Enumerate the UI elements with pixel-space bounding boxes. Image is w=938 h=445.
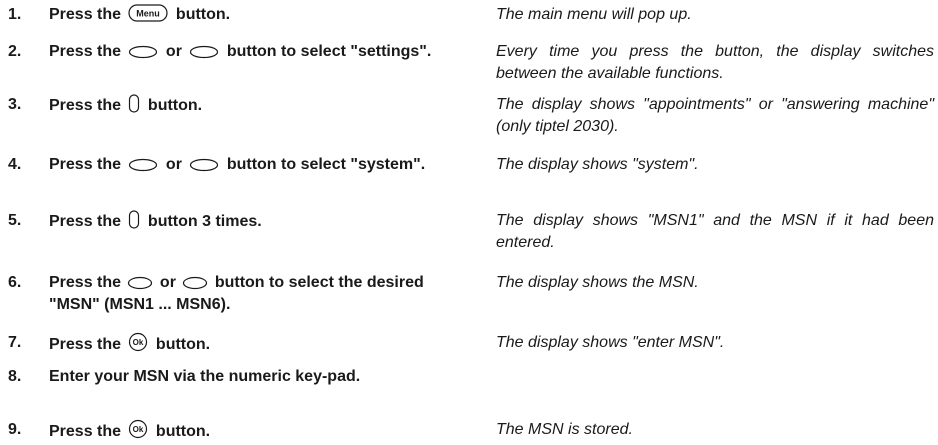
vertical-button-icon xyxy=(128,210,140,229)
step-number: 8. xyxy=(8,368,22,385)
step-number: 7. xyxy=(8,334,22,351)
oval-button-icon xyxy=(127,276,153,290)
step-result: Every time you press the button, the dis… xyxy=(496,43,934,82)
step-instruction: Press the button 3 times. xyxy=(49,210,461,233)
vertical-button-icon xyxy=(128,94,140,113)
menu-button-icon: Menu xyxy=(128,4,169,22)
ok-button-icon: Ok xyxy=(128,419,148,439)
step-instruction: Press the Ok button. xyxy=(49,419,461,443)
step-result: The main menu will pop up. xyxy=(496,6,692,23)
step-number: 3. xyxy=(8,96,22,113)
step-instruction: Enter your MSN via the numeric key-pad. xyxy=(49,368,361,385)
step-instruction: Press the button. xyxy=(49,94,461,117)
svg-text:Menu: Menu xyxy=(137,9,161,19)
step-result: The display shows "enter MSN". xyxy=(496,334,725,351)
step-number: 9. xyxy=(8,421,22,438)
oval-button-icon xyxy=(128,158,158,172)
step-result: The display shows "MSN1" and the MSN if … xyxy=(496,212,934,251)
step-number: 1. xyxy=(8,6,22,23)
step-number: 5. xyxy=(8,212,22,229)
step-result: The display shows "system". xyxy=(496,156,699,173)
svg-text:Ok: Ok xyxy=(133,425,144,434)
step-instruction: Press the Ok button. xyxy=(49,332,461,356)
oval-button-icon xyxy=(128,45,158,59)
step-number: 2. xyxy=(8,43,22,60)
step-result: The display shows "appointments" or "ans… xyxy=(496,96,934,135)
step-result: The MSN is stored. xyxy=(496,421,633,438)
oval-button-icon xyxy=(189,45,219,59)
step-instruction: Press the or button to select "system". xyxy=(49,156,426,173)
oval-button-icon xyxy=(182,276,208,290)
svg-text:Ok: Ok xyxy=(133,338,144,347)
step-instruction: Press the or button to select "settings"… xyxy=(49,43,432,60)
step-instruction: Press the or button to select the desire… xyxy=(49,274,424,313)
ok-button-icon: Ok xyxy=(128,332,148,352)
step-number: 6. xyxy=(8,274,22,291)
step-number: 4. xyxy=(8,156,22,173)
oval-button-icon xyxy=(189,158,219,172)
step-instruction: Press the Menu button. xyxy=(49,4,231,23)
step-result: The display shows the MSN. xyxy=(496,274,699,291)
